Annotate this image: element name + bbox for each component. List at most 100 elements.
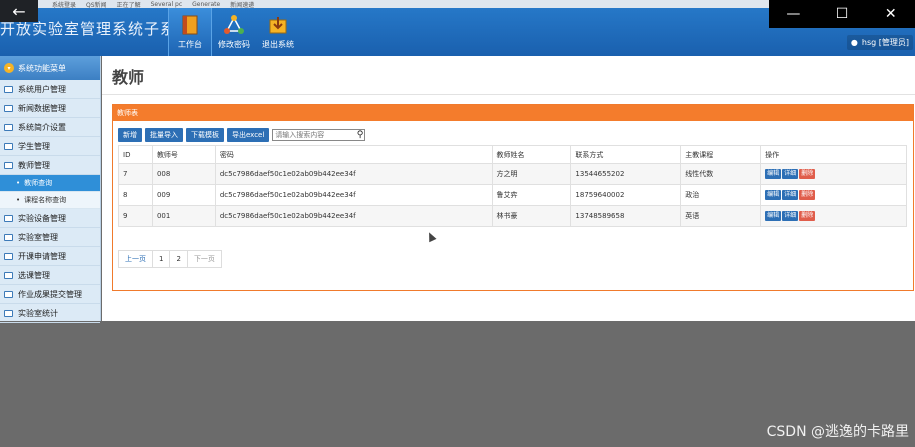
window-icon: [4, 233, 13, 241]
detail-button[interactable]: 详细: [782, 211, 799, 221]
column-header[interactable]: 密码: [214, 145, 493, 164]
browser-tab[interactable]: QS新闻: [86, 0, 107, 9]
sidebar-item-label: 教师管理: [18, 160, 50, 170]
sidebar-item-intro[interactable]: 系统简介设置: [0, 118, 100, 137]
cell-contact: 13748589658: [570, 205, 682, 227]
sidebar-item-course-select[interactable]: 选课管理: [0, 266, 100, 285]
page-button[interactable]: 2: [169, 250, 188, 268]
sidebar-item-users[interactable]: 系统用户管理: [0, 80, 100, 99]
batch-import-button[interactable]: 批量导入: [145, 128, 183, 142]
table-row: 7 008 dc5c7986daef50c1e02ab09b442ee34f 方…: [118, 163, 907, 185]
page-button[interactable]: 1: [152, 250, 171, 268]
window-icon: [4, 309, 13, 317]
cell-course: 线性代数: [680, 163, 762, 185]
browser-tab[interactable]: 系统登录: [52, 0, 76, 9]
user-info[interactable]: ● hsg [管理员]: [846, 35, 913, 50]
sidebar-item-lab-stats[interactable]: 实验室统计: [0, 304, 100, 323]
search-icon[interactable]: ⚲: [357, 130, 364, 140]
nav-label: 工作台: [178, 40, 202, 49]
sidebar-item-homework[interactable]: 作业成果提交管理: [0, 285, 100, 304]
teacher-table: ID 教师号 密码 教师姓名 联系方式 主教课程 操作 7 008 dc5c79…: [118, 145, 907, 227]
sidebar-item-label: 学生管理: [18, 141, 50, 151]
window-icon: [4, 214, 13, 222]
sidebar: ▾ 系统功能菜单 系统用户管理 新闻数据管理 系统简介设置 学生管理 教师管理 …: [0, 56, 101, 323]
browser-tab[interactable]: Generate: [192, 1, 220, 8]
browser-tab[interactable]: Several pc: [151, 1, 183, 8]
column-header[interactable]: 联系方式: [570, 145, 682, 164]
detail-button[interactable]: 详细: [782, 190, 799, 200]
cell-password: dc5c7986daef50c1e02ab09b442ee34f: [214, 184, 493, 206]
sidebar-item-news[interactable]: 新闻数据管理: [0, 99, 100, 118]
cell-id: 7: [118, 163, 153, 185]
sidebar-item-students[interactable]: 学生管理: [0, 137, 100, 156]
cell-password: dc5c7986daef50c1e02ab09b442ee34f: [214, 205, 493, 227]
page-title: 教师: [112, 68, 145, 87]
edit-button[interactable]: 编辑: [765, 211, 782, 221]
sidebar-item-label: 实验室统计: [18, 308, 58, 318]
sidebar-item-label: 系统简介设置: [18, 122, 66, 132]
divider: [102, 94, 915, 95]
search-input[interactable]: 请输入搜索内容 ⚲: [272, 129, 366, 141]
sidebar-header[interactable]: ▾ 系统功能菜单: [0, 56, 100, 80]
teacher-panel: 教师表 新增 批量导入 下载模板 导出excel 请输入搜索内容 ⚲ ID 教师…: [112, 104, 914, 291]
cell-contact: 18759640002: [570, 184, 682, 206]
window-icon: [4, 271, 13, 279]
close-icon[interactable]: ✕: [866, 0, 915, 28]
window-controls: — ☐ ✕: [769, 0, 915, 28]
nav-workbench[interactable]: 工作台: [168, 8, 212, 56]
cell-actions: 编辑 详细 删除: [760, 184, 907, 206]
bullet-icon: •: [16, 196, 21, 204]
cell-id: 8: [118, 184, 153, 206]
sidebar-subitem-course-query[interactable]: • 课程名称查询: [0, 192, 100, 209]
cell-course: 英语: [680, 205, 762, 227]
nav-change-password[interactable]: 修改密码: [212, 8, 256, 56]
sidebar-item-label: 选课管理: [18, 270, 50, 280]
cell-actions: 编辑 详细 删除: [760, 163, 907, 185]
cell-course: 政治: [680, 184, 762, 206]
window-icon: [4, 104, 13, 112]
cell-id: 9: [118, 205, 153, 227]
back-arrow-icon[interactable]: ←: [0, 0, 38, 22]
sidebar-subitem-label: 课程名称查询: [24, 196, 67, 204]
column-header[interactable]: 教师姓名: [491, 145, 572, 164]
prev-page-button[interactable]: 上一页: [118, 250, 153, 268]
sidebar-subitem-label: 教师查询: [24, 179, 53, 187]
add-button[interactable]: 新增: [118, 128, 142, 142]
delete-button[interactable]: 删除: [799, 169, 816, 179]
browser-tab[interactable]: 新闻速递: [230, 0, 254, 9]
detail-button[interactable]: 详细: [782, 169, 799, 179]
window-icon: [4, 290, 13, 298]
network-icon: [224, 15, 244, 34]
download-template-button[interactable]: 下载模板: [186, 128, 224, 142]
nav-logout[interactable]: 退出系统: [256, 8, 300, 56]
sidebar-header-label: 系统功能菜单: [18, 63, 66, 73]
sidebar-item-course-apply[interactable]: 开课申请管理: [0, 247, 100, 266]
cell-teacher-no: 001: [151, 205, 216, 227]
column-header[interactable]: 主教课程: [680, 145, 762, 164]
sidebar-item-labs[interactable]: 实验室管理: [0, 228, 100, 247]
cell-name: 方之明: [491, 163, 572, 185]
sidebar-item-label: 系统用户管理: [18, 84, 66, 94]
chevron-down-icon: ▾: [4, 63, 14, 73]
maximize-icon[interactable]: ☐: [818, 0, 867, 28]
column-header[interactable]: ID: [118, 145, 153, 164]
sidebar-item-teachers[interactable]: 教师管理: [0, 156, 100, 175]
edit-button[interactable]: 编辑: [765, 169, 782, 179]
browser-tab[interactable]: 正在了解: [117, 0, 141, 9]
cell-password: dc5c7986daef50c1e02ab09b442ee34f: [214, 163, 493, 185]
book-icon: [182, 15, 198, 35]
edit-button[interactable]: 编辑: [765, 190, 782, 200]
next-page-button[interactable]: 下一页: [186, 250, 222, 268]
column-header: 操作: [760, 145, 907, 164]
minimize-icon[interactable]: —: [769, 0, 818, 28]
window-icon: [4, 85, 13, 93]
download-box-icon: [269, 17, 287, 34]
column-header[interactable]: 教师号: [151, 145, 216, 164]
export-excel-button[interactable]: 导出excel: [227, 128, 270, 142]
delete-button[interactable]: 删除: [799, 190, 816, 200]
sidebar-subitem-teacher-query[interactable]: • 教师查询: [0, 175, 100, 192]
delete-button[interactable]: 删除: [799, 211, 816, 221]
cell-teacher-no: 009: [151, 184, 216, 206]
sidebar-item-equipment[interactable]: 实验设备管理: [0, 209, 100, 228]
window-icon: [4, 142, 13, 150]
